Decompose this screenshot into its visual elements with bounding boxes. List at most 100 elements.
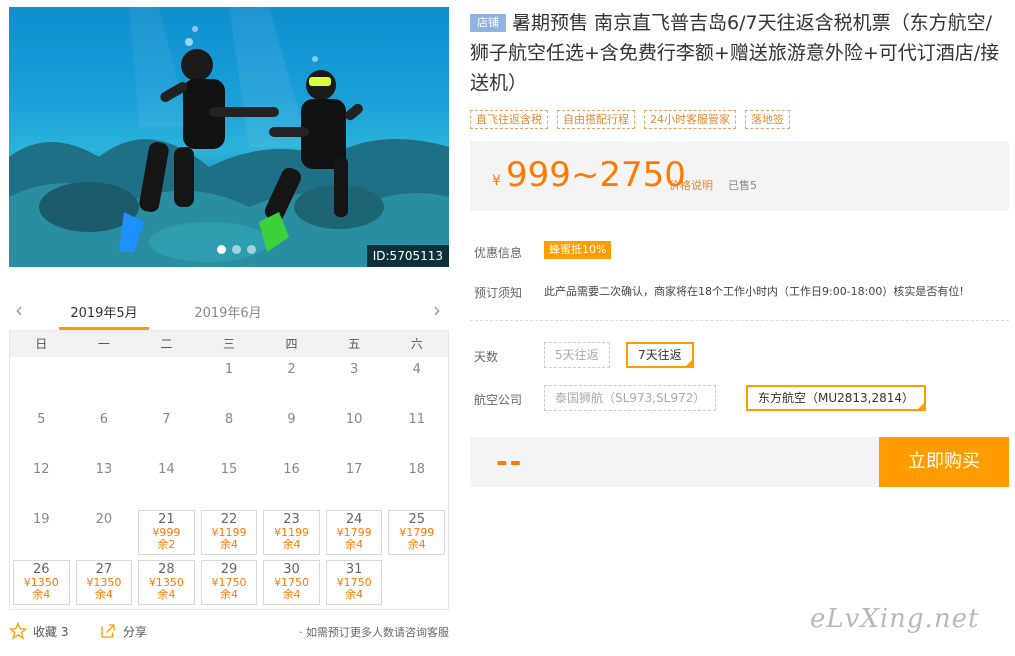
booking-notice: 此产品需要二次确认，商家将在18个工作小时内（工作日9:00-18:00）核实是… [544,285,964,298]
slide-indicator [217,245,256,254]
month-tab-may[interactable]: 2019年5月 [59,302,149,321]
calendar-day-available[interactable]: 21 ¥999 余2 [138,510,195,555]
option-thai-lion-air[interactable]: 泰国狮航（SL973,SL972） [544,385,717,411]
day-number: 30 [283,562,300,577]
calendar-day: 5 [10,407,73,457]
day-stock: 余2 [157,538,176,551]
option-5-days[interactable]: 5天往返 [544,342,610,368]
price-explain-link[interactable]: 价格说明 [669,177,713,193]
day-number: 26 [33,562,50,577]
day-number: 21 [158,512,175,527]
calendar-day-available[interactable]: 24 ¥1799 余4 [325,510,383,555]
day-number: 20 [95,512,113,527]
day-number: 3 [349,362,359,377]
feature-tag: 24小时客服管家 [644,110,736,129]
day-number: 17 [345,462,363,477]
slide-dot-3[interactable] [247,245,256,254]
share-button[interactable]: 分享 [99,622,147,640]
month-tab-june[interactable]: 2019年6月 [183,302,273,321]
day-number: 23 [283,512,300,527]
day-stock: 余4 [407,538,426,551]
calendar-day: 13 [73,457,136,507]
diving-scene-image [9,7,449,267]
action-bar: 收藏 3 分享 · 如需预订更多人数请咨询客服 [9,620,449,642]
calendar-day: 14 [135,457,198,507]
day-number: 5 [37,412,46,427]
calendar-day: 7 [135,407,198,457]
calendar-day: 11 [385,407,448,457]
day-number: 6 [99,412,108,427]
calendar-day: 19 [10,507,73,557]
calendar-day: 8 [198,407,261,457]
day-number: 11 [408,412,425,427]
day-number: 29 [220,562,238,577]
option-7-days[interactable]: 7天往返 [626,342,694,368]
calendar-day-available[interactable]: 26 ¥1350 余4 [13,560,70,605]
day-stock: 余4 [219,538,238,551]
calendar-day-available[interactable]: 27 ¥1350 余4 [75,560,133,605]
day-number: 2 [287,362,296,377]
day-number: 1 [224,362,234,377]
feature-tags: 直飞往返含税 自由搭配行程 24小时客服管家 落地签 [470,110,790,129]
calendar-day: 15 [198,457,261,507]
day-number: 9 [287,412,296,427]
calendar-blank-cell [73,357,136,407]
calendar-day-available[interactable]: 29 ¥1750 余4 [200,560,258,605]
calendar-day-available[interactable]: 23 ¥1199 余4 [263,510,320,555]
calendar-day: 4 [385,357,448,407]
divider [470,320,1009,321]
chevron-left-icon[interactable]: ‹ [15,300,23,320]
calendar-blank-cell [10,357,73,407]
day-number: 15 [220,462,238,477]
favorite-button[interactable]: 收藏 3 [9,622,68,640]
calendar-day: 20 [73,507,136,557]
product-id-tag: ID:5705113 [366,245,449,267]
day-number: 8 [224,412,234,427]
day-number: 14 [158,462,175,477]
calendar-day-available[interactable]: 28 ¥1350 余4 [138,560,195,605]
day-number: 4 [412,362,421,377]
calendar-day: 3 [323,357,386,407]
weekday-sat: 六 [410,337,423,351]
day-number: 25 [408,512,425,527]
calendar-day: 10 [323,407,386,457]
price-panel: ¥ 999~2750 价格说明 已售5 [470,141,1009,211]
slide-dot-1[interactable] [217,245,226,254]
product-photo[interactable]: ID:5705113 [9,7,449,267]
weekday-thu: 四 [285,337,298,351]
shop-badge[interactable]: 店铺 [470,14,506,32]
buy-now-button[interactable]: 立即购买 [879,437,1009,487]
day-stock: 余4 [157,588,176,601]
slide-dot-2[interactable] [232,245,241,254]
day-number: 13 [95,462,113,477]
feature-tag: 自由搭配行程 [557,110,635,129]
weekday-tue: 二 [160,337,173,351]
day-number: 18 [408,462,425,477]
sold-count: 已售5 [728,179,757,192]
day-number: 19 [33,512,50,527]
calendar-day: 1 [198,357,261,407]
day-number: 7 [162,412,171,427]
day-number: 28 [158,562,175,577]
day-stock: 余4 [219,588,238,601]
calendar-day: 16 [260,457,323,507]
calendar-day-available[interactable]: 25 ¥1799 余4 [388,510,445,555]
calendar-day-available[interactable]: 22 ¥1199 余4 [200,510,258,555]
day-number: 27 [95,562,113,577]
calendar-month-nav: ‹ 2019年5月 2019年6月 › [9,294,449,330]
total-price: -- [496,445,524,478]
calendar-day-available[interactable]: 30 ¥1750 余4 [263,560,320,605]
chevron-right-icon[interactable]: › [433,300,441,320]
currency-symbol: ¥ [492,173,501,189]
day-number: 31 [345,562,363,577]
days-label: 天数 [474,350,499,364]
day-stock: 余4 [345,538,364,551]
price-range: 999~2750 [506,155,686,195]
day-stock: 余4 [32,588,51,601]
calendar-day: 2 [260,357,323,407]
day-number: 16 [283,462,300,477]
day-stock: 余4 [345,588,364,601]
option-china-eastern[interactable]: 东方航空（MU2813,2814） [746,385,927,411]
day-stock: 余4 [94,588,113,601]
calendar-day-available[interactable]: 31 ¥1750 余4 [325,560,383,605]
